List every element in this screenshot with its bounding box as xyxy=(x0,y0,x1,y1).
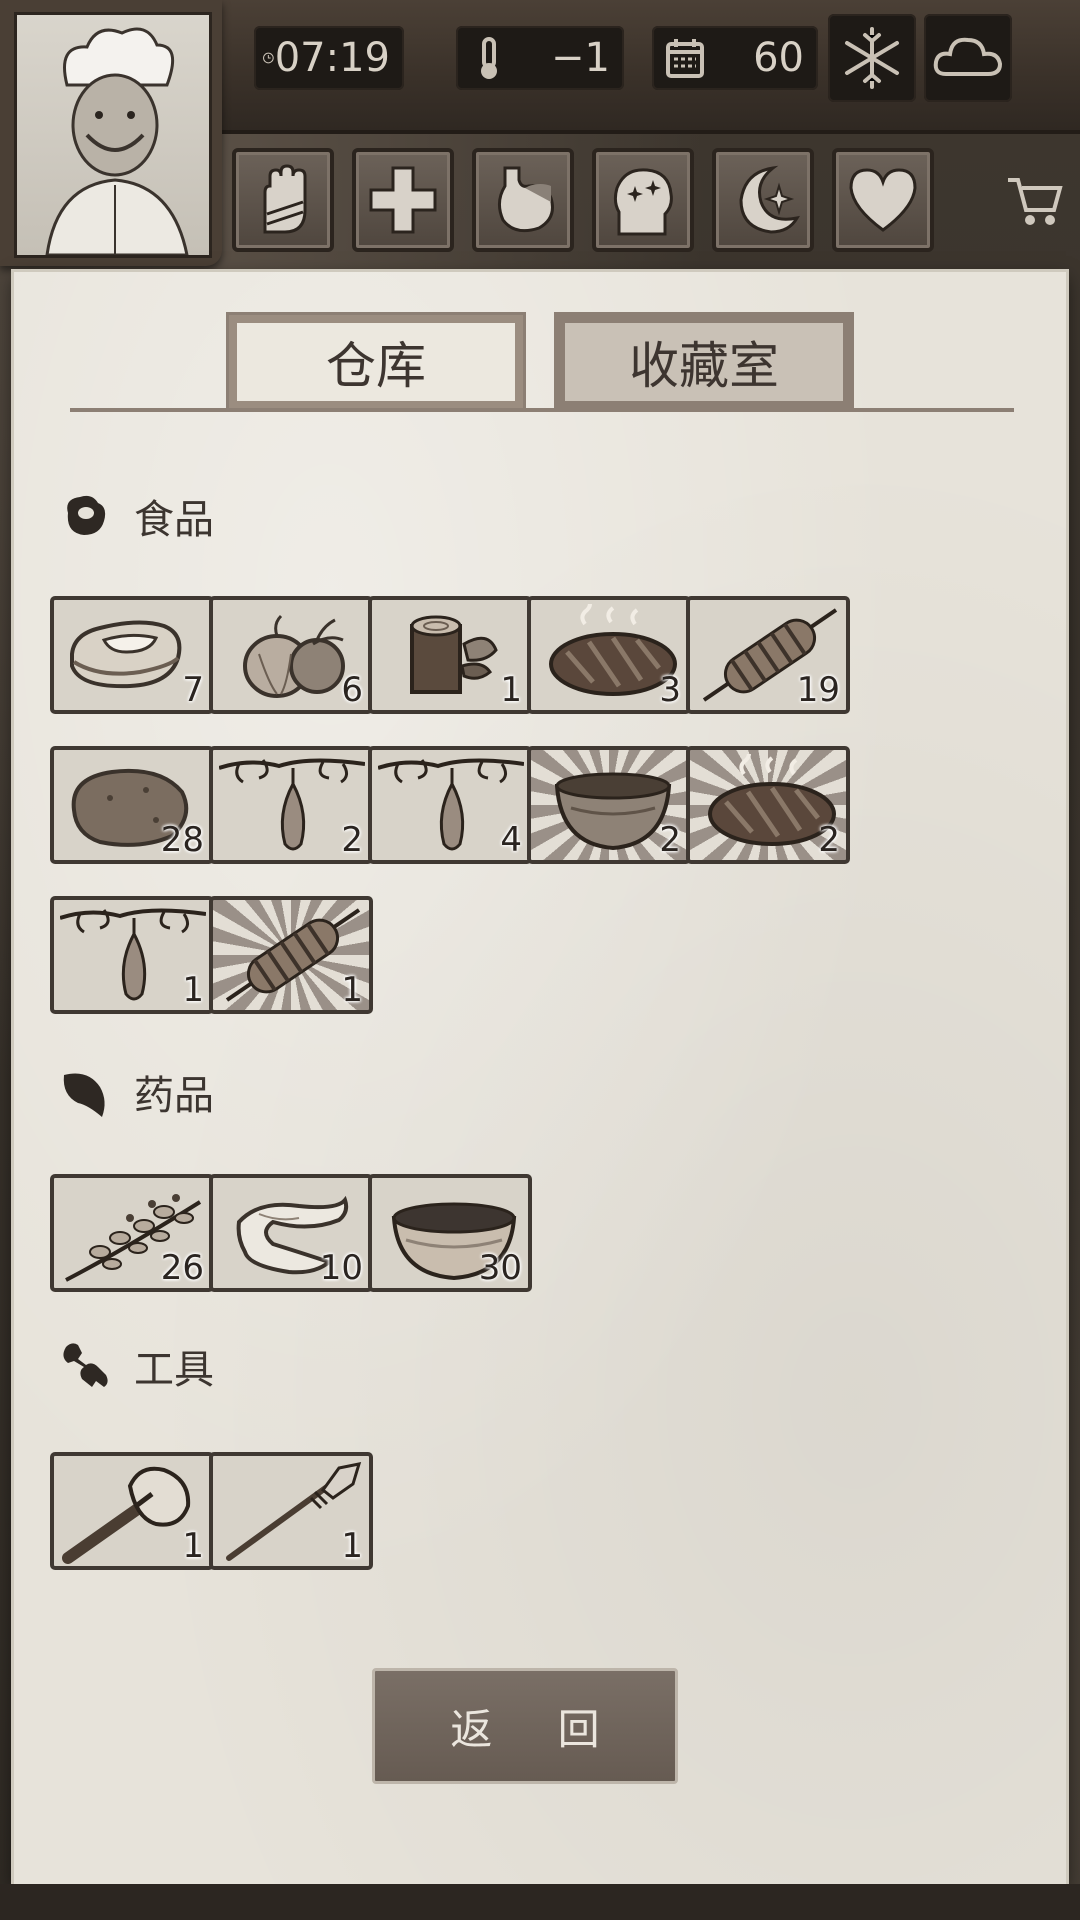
inventory-slot[interactable]: 1 xyxy=(368,596,532,714)
temperature-display: −1 xyxy=(456,26,624,90)
inventory-slot[interactable]: 6 xyxy=(209,596,373,714)
heart-icon[interactable] xyxy=(832,148,934,252)
item-count: 1 xyxy=(182,970,204,1010)
head-sanity-icon[interactable] xyxy=(592,148,694,252)
stomach-icon[interactable] xyxy=(472,148,574,252)
bottom-frame xyxy=(0,1884,1080,1920)
back-button[interactable]: 返 回 xyxy=(372,1668,678,1784)
chef-portrait xyxy=(14,12,212,258)
snowflake-icon[interactable] xyxy=(828,14,916,102)
item-count: 30 xyxy=(478,1248,522,1288)
time-value: 07:19 xyxy=(274,35,390,81)
inventory-slot[interactable]: 2 xyxy=(686,746,850,864)
character-portrait-frame[interactable] xyxy=(0,0,222,266)
section-food-label: 食品 xyxy=(134,497,214,543)
item-count: 1 xyxy=(500,670,522,710)
meat-icon xyxy=(67,495,106,535)
inventory-slot[interactable]: 1 xyxy=(50,1452,214,1570)
section-medicine-label: 药品 xyxy=(134,1073,214,1119)
item-count: 2 xyxy=(818,820,840,860)
item-count: 3 xyxy=(659,670,681,710)
section-tools-label: 工具 xyxy=(134,1347,214,1393)
inventory-slot[interactable]: 3 xyxy=(527,596,691,714)
inventory-slot[interactable]: 2 xyxy=(527,746,691,864)
item-count: 7 xyxy=(182,670,204,710)
time-display: 07:19 xyxy=(254,26,404,90)
status-bar: 07:19 −1 60 xyxy=(200,0,1080,134)
day-value: 60 xyxy=(753,35,804,81)
item-count: 1 xyxy=(341,1526,363,1566)
tab-collection[interactable]: 收藏室 xyxy=(554,312,854,412)
item-count: 1 xyxy=(182,1526,204,1566)
inventory-slot[interactable]: 1 xyxy=(209,896,373,1014)
shopping-cart-icon[interactable] xyxy=(1004,170,1064,230)
item-count: 1 xyxy=(341,970,363,1010)
tab-divider xyxy=(70,408,1014,412)
clock-icon xyxy=(263,52,274,64)
item-count: 26 xyxy=(160,1248,204,1288)
item-count: 10 xyxy=(319,1248,363,1288)
tab-storage[interactable]: 仓库 xyxy=(226,312,526,412)
inventory-slot[interactable]: 1 xyxy=(209,1452,373,1570)
item-count: 4 xyxy=(500,820,522,860)
inventory-slot[interactable]: 10 xyxy=(209,1174,373,1292)
section-medicine-title: 药品 xyxy=(58,1062,214,1122)
cloud-icon[interactable] xyxy=(924,14,1012,102)
hand-icon[interactable] xyxy=(232,148,334,252)
item-count: 2 xyxy=(659,820,681,860)
temperature-value: −1 xyxy=(551,35,610,81)
inventory-slot[interactable]: 28 xyxy=(50,746,214,864)
inventory-slot[interactable]: 4 xyxy=(368,746,532,864)
medical-cross-icon[interactable] xyxy=(352,148,454,252)
inventory-slot[interactable]: 1 xyxy=(50,896,214,1014)
inventory-slot[interactable]: 30 xyxy=(368,1174,532,1292)
leaf-icon xyxy=(63,1073,105,1117)
inventory-slot[interactable]: 2 xyxy=(209,746,373,864)
wrench-icon xyxy=(63,1343,108,1387)
inventory-panel: 仓库 收藏室 食品 7 6 1 3 19 28 2 4 2 2 1 1 药品 26 10 30 工具 1 1… xyxy=(14,272,1066,1884)
thermometer-icon xyxy=(481,37,497,79)
calendar-icon xyxy=(666,39,704,78)
inventory-slot[interactable]: 7 xyxy=(50,596,214,714)
inventory-slot[interactable]: 19 xyxy=(686,596,850,714)
item-count: 6 xyxy=(341,670,363,710)
section-food-title: 食品 xyxy=(58,486,214,546)
item-count: 28 xyxy=(160,820,204,860)
moon-sleep-icon[interactable] xyxy=(712,148,814,252)
day-counter: 60 xyxy=(652,26,818,90)
inventory-slot[interactable]: 26 xyxy=(50,1174,214,1292)
item-count: 2 xyxy=(341,820,363,860)
item-count: 19 xyxy=(796,670,840,710)
section-tools-title: 工具 xyxy=(58,1336,214,1396)
